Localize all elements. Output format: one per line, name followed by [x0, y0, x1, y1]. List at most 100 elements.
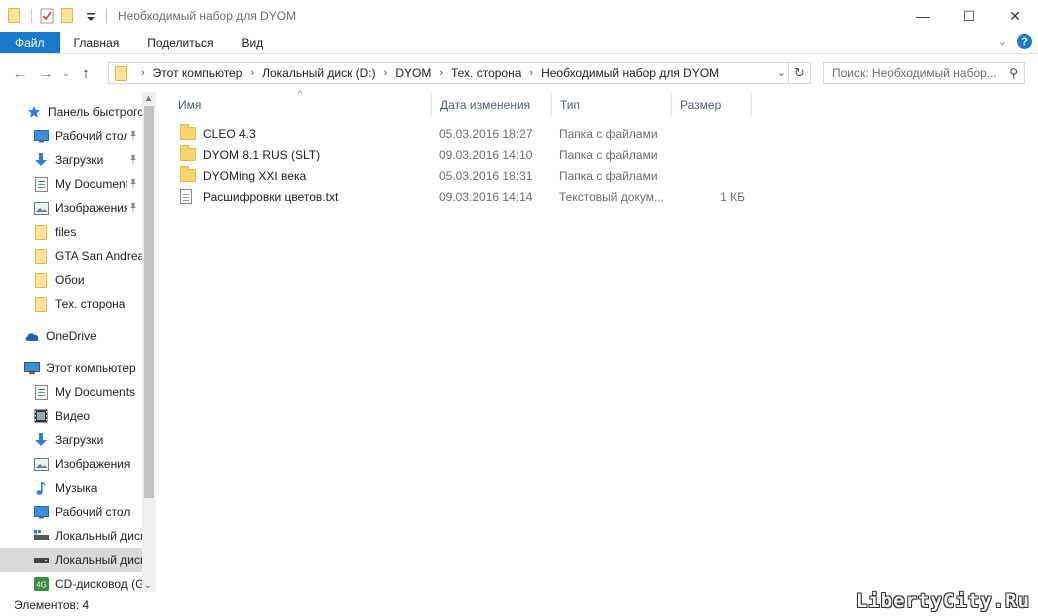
item-count: Элементов: 4	[14, 598, 90, 612]
column-header-name[interactable]: Имя ^	[170, 89, 432, 118]
nav-pictures[interactable]: Изображения	[0, 452, 142, 476]
tab-file[interactable]: Файл	[0, 32, 60, 53]
breadcrumb-separator[interactable]: ›	[529, 67, 533, 79]
file-type: Папка с файлами	[559, 168, 658, 183]
nav-this-pc[interactable]: Этот компьютер	[0, 356, 142, 380]
folder-icon	[180, 166, 196, 182]
recent-locations-button[interactable]: ⌄	[59, 68, 73, 79]
column-header-type[interactable]: Тип	[552, 92, 672, 118]
breadcrumb-separator[interactable]: ›	[439, 67, 443, 79]
address-row: ← → ⌄ ↑ › Этот компьютер › Локальный дис…	[0, 58, 1038, 88]
pin-icon[interactable]	[128, 154, 138, 167]
breadcrumb-separator[interactable]: ›	[250, 67, 254, 79]
scroll-up-icon[interactable]: ▲	[144, 93, 153, 103]
breadcrumb-dyom[interactable]: DYOM	[395, 66, 431, 80]
help-icon[interactable]: ?	[1017, 34, 1032, 49]
nav-item-label: Обои	[55, 273, 85, 287]
address-dropdown-icon[interactable]: ⌄	[777, 66, 786, 79]
search-icon[interactable]: ⚲	[1009, 66, 1018, 80]
nav-pictures-pinned[interactable]: Изображения	[0, 196, 142, 220]
watermark-logo: LibertyCity.Ru	[855, 590, 1030, 612]
breadcrumb-tech-side[interactable]: Тех. сторона	[451, 66, 521, 80]
nav-folder-files[interactable]: files	[0, 220, 142, 244]
nav-drive-d[interactable]: Локальный диск (D:)	[0, 548, 142, 572]
minimize-button[interactable]: —	[900, 0, 946, 32]
documents-icon	[33, 384, 49, 400]
navigation-scrollbar[interactable]: ▲ ⌄	[142, 92, 156, 592]
nav-quick-access[interactable]: Панель быстрого доступа	[0, 100, 142, 124]
pin-icon[interactable]	[128, 130, 138, 143]
maximize-button[interactable]: ☐	[946, 0, 992, 32]
pin-icon[interactable]	[128, 202, 138, 215]
nav-folder-gta[interactable]: GTA San Andreas	[0, 244, 142, 268]
quick-access-toolbar: Необходимый набор для DYOM	[0, 0, 296, 32]
pin-icon[interactable]	[128, 178, 138, 191]
column-header-label: Дата изменения	[440, 98, 531, 112]
nav-item-label: Изображения	[55, 457, 131, 471]
nav-cd-drive[interactable]: 4G CD-дисковод (G:)	[0, 572, 142, 592]
file-row[interactable]: Расшифровки цветов.txt 09.03.2016 14:14 …	[170, 186, 760, 207]
nav-folder-wallpapers[interactable]: Обои	[0, 268, 142, 292]
nav-item-label: Изображения	[55, 201, 127, 215]
file-type: Текстовый докум...	[559, 189, 664, 204]
address-bar[interactable]: › Этот компьютер › Локальный диск (D:) ›…	[108, 62, 811, 84]
forward-button[interactable]: →	[33, 65, 59, 82]
nav-drive-c[interactable]: Локальный диск (C:)	[0, 524, 142, 548]
tab-share[interactable]: Поделиться	[133, 32, 227, 53]
file-row[interactable]: DYOMing XXI века 05.03.2016 18:31 Папка …	[170, 165, 760, 186]
nav-folder-tech-side[interactable]: Тех. сторона	[0, 292, 142, 316]
nav-my-documents[interactable]: My Documents	[0, 380, 142, 404]
nav-item-label: Тех. сторона	[55, 297, 126, 311]
column-header-date[interactable]: Дата изменения	[432, 92, 552, 118]
folder-icon	[33, 296, 49, 312]
nav-desktop-pinned[interactable]: Рабочий стол	[0, 124, 142, 148]
nav-music[interactable]: Музыка	[0, 476, 142, 500]
column-header-label: Размер	[680, 98, 722, 112]
close-button[interactable]: ✕	[992, 0, 1038, 32]
properties-icon[interactable]	[39, 8, 55, 24]
nav-item-label: Этот компьютер	[46, 361, 136, 375]
toolbar-divider	[31, 9, 32, 23]
nav-item-label: OneDrive	[46, 329, 97, 343]
tab-home[interactable]: Главная	[60, 32, 134, 53]
documents-icon	[33, 176, 49, 192]
nav-item-label: Рабочий стол	[55, 129, 127, 143]
nav-item-label: CD-дисковод (G:)	[55, 577, 142, 591]
up-button[interactable]: ↑	[73, 65, 99, 82]
pictures-icon	[33, 456, 49, 472]
new-folder-icon[interactable]	[61, 8, 77, 24]
nav-item-label: Локальный диск (D:)	[55, 553, 142, 567]
search-box[interactable]: Поиск: Необходимый набор... ⚲	[823, 62, 1025, 84]
nav-video[interactable]: Видео	[0, 404, 142, 428]
nav-item-label: GTA San Andreas	[55, 249, 142, 263]
breadcrumb-separator[interactable]: ›	[141, 67, 145, 79]
nav-item-label: Рабочий стол	[55, 505, 131, 519]
column-header-size[interactable]: Размер	[672, 92, 752, 118]
file-row[interactable]: DYOM 8.1 RUS (SLT) 09.03.2016 14:10 Папк…	[170, 144, 760, 165]
breadcrumb-drive-d[interactable]: Локальный диск (D:)	[262, 66, 376, 80]
scroll-down-icon[interactable]: ⌄	[144, 580, 152, 591]
tab-view[interactable]: Вид	[227, 32, 277, 53]
refresh-button[interactable]: ↻	[788, 63, 810, 83]
customize-toolbar-icon[interactable]	[83, 8, 99, 24]
nav-desktop[interactable]: Рабочий стол	[0, 500, 142, 524]
nav-documents-pinned[interactable]: My Documents	[0, 172, 142, 196]
nav-onedrive[interactable]: OneDrive	[0, 324, 142, 348]
breadcrumb-this-pc[interactable]: Этот компьютер	[153, 66, 243, 80]
folder-icon	[8, 8, 24, 24]
nav-item-label: Видео	[55, 409, 91, 423]
scrollbar-thumb[interactable]	[144, 106, 154, 498]
ribbon-controls: ⌄ ?	[998, 34, 1032, 49]
file-row[interactable]: CLEO 4.3 05.03.2016 18:27 Папка с файлам…	[170, 123, 760, 144]
folder-icon	[33, 248, 49, 264]
file-type: Папка с файлами	[559, 126, 658, 141]
nav-downloads-pinned[interactable]: Загрузки	[0, 148, 142, 172]
search-input[interactable]: Поиск: Необходимый набор...	[832, 66, 997, 80]
download-icon	[33, 432, 49, 448]
star-icon	[26, 104, 42, 120]
breadcrumb-current-folder[interactable]: Необходимый набор для DYOM	[541, 66, 719, 80]
back-button[interactable]: ←	[7, 65, 33, 82]
breadcrumb-separator[interactable]: ›	[384, 67, 388, 79]
nav-downloads[interactable]: Загрузки	[0, 428, 142, 452]
expand-ribbon-icon[interactable]: ⌄	[998, 35, 1007, 48]
